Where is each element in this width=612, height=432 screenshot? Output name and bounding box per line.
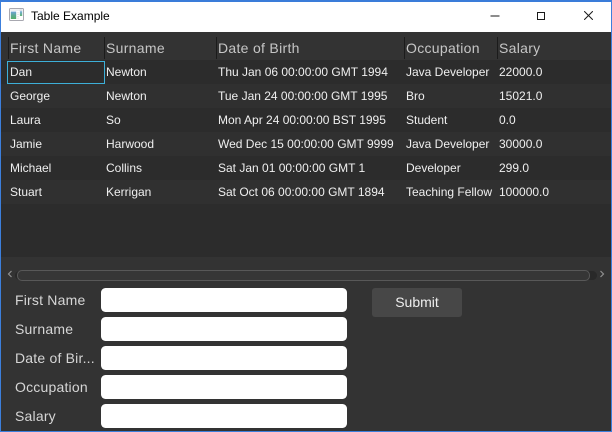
cell-first-name[interactable]: Laura (8, 108, 104, 132)
column-header-first-name[interactable]: First Name (9, 36, 104, 60)
form-row: Surname (2, 317, 612, 341)
selected-cell-outline (7, 61, 105, 84)
close-button[interactable] (565, 1, 611, 31)
occupation-input[interactable] (101, 375, 347, 399)
cell-salary[interactable]: 22000.0 (497, 60, 608, 84)
data-table: First Name Surname Date of Birth Occupat… (1, 36, 611, 257)
first-name-input[interactable] (101, 288, 347, 312)
app-icon (9, 8, 24, 21)
first-name-label: First Name (15, 288, 99, 312)
cell-date-of-birth[interactable]: Wed Dec 15 00:00:00 GMT 9999 (216, 132, 404, 156)
date-of-birth-label: Date of Bir... (15, 346, 99, 370)
column-header-salary[interactable]: Salary (498, 36, 608, 60)
table-row[interactable]: Laura So Mon Apr 24 00:00:00 BST 1995 St… (1, 108, 611, 132)
cell-date-of-birth[interactable]: Sat Oct 06 00:00:00 GMT 1894 (216, 180, 404, 204)
cell-surname[interactable]: So (104, 108, 216, 132)
maximize-button[interactable] (518, 1, 564, 31)
cell-first-name[interactable]: Jamie (8, 132, 104, 156)
date-of-birth-input[interactable] (101, 346, 347, 370)
scroll-left-icon[interactable] (5, 269, 15, 279)
column-header-date-of-birth[interactable]: Date of Birth (217, 36, 404, 60)
column-header-occupation[interactable]: Occupation (405, 36, 497, 60)
form-row: Occupation (2, 375, 612, 399)
titlebar[interactable]: Table Example (1, 2, 611, 32)
column-header-surname[interactable]: Surname (105, 36, 216, 60)
minimize-icon (490, 11, 500, 21)
cell-date-of-birth[interactable]: Tue Jan 24 00:00:00 GMT 1995 (216, 84, 404, 108)
scrollbar-thumb[interactable] (17, 270, 590, 281)
minimize-button[interactable] (472, 1, 518, 31)
cell-first-name[interactable]: Michael (8, 156, 104, 180)
column-header-label: Date of Birth (218, 40, 300, 56)
cell-first-name[interactable]: Stuart (8, 180, 104, 204)
cell-salary[interactable]: 100000.0 (497, 180, 608, 204)
cell-date-of-birth[interactable]: Sat Jan 01 00:00:00 GMT 1 (216, 156, 404, 180)
cell-surname[interactable]: Kerrigan (104, 180, 216, 204)
column-header-label: Surname (106, 40, 165, 56)
surname-label: Surname (15, 317, 99, 341)
cell-salary[interactable]: 0.0 (497, 108, 608, 132)
form-row: First Name Submit (2, 288, 612, 312)
form-row: Date of Bir... (2, 346, 612, 370)
cell-occupation[interactable]: Developer (404, 156, 497, 180)
table-header: First Name Surname Date of Birth Occupat… (1, 36, 611, 60)
entry-form: First Name Submit Surname Date of Bir...… (2, 285, 612, 432)
cell-date-of-birth[interactable]: Mon Apr 24 00:00:00 BST 1995 (216, 108, 404, 132)
window-title: Table Example (31, 2, 110, 31)
horizontal-scrollbar[interactable] (1, 267, 612, 281)
cell-surname[interactable]: Harwood (104, 132, 216, 156)
column-header-label: Salary (499, 40, 540, 56)
maximize-icon (537, 12, 545, 20)
cell-occupation[interactable]: Teaching Fellow (404, 180, 497, 204)
cell-occupation[interactable]: Java Developer (404, 60, 497, 84)
column-header-label: First Name (10, 40, 81, 56)
scroll-right-icon[interactable] (597, 269, 607, 279)
cell-surname[interactable]: Newton (104, 84, 216, 108)
salary-input[interactable] (101, 404, 347, 428)
close-icon (584, 11, 593, 20)
cell-occupation[interactable]: Bro (404, 84, 497, 108)
cell-salary[interactable]: 15021.0 (497, 84, 608, 108)
cell-occupation[interactable]: Java Developer (404, 132, 497, 156)
table-row[interactable]: Jamie Harwood Wed Dec 15 00:00:00 GMT 99… (1, 132, 611, 156)
salary-label: Salary (15, 404, 99, 428)
cell-date-of-birth[interactable]: Thu Jan 06 00:00:00 GMT 1994 (216, 60, 404, 84)
cell-occupation[interactable]: Student (404, 108, 497, 132)
cell-surname[interactable]: Newton (104, 60, 216, 84)
cell-salary[interactable]: 299.0 (497, 156, 608, 180)
form-row: Salary (2, 404, 612, 428)
cell-surname[interactable]: Collins (104, 156, 216, 180)
surname-input[interactable] (101, 317, 347, 341)
column-header-label: Occupation (406, 40, 480, 56)
cell-first-name[interactable]: George (8, 84, 104, 108)
occupation-label: Occupation (15, 375, 99, 399)
app-window: Table Example First Name Surname (0, 0, 612, 432)
table-row[interactable]: Stuart Kerrigan Sat Oct 06 00:00:00 GMT … (1, 180, 611, 204)
table-row[interactable]: George Newton Tue Jan 24 00:00:00 GMT 19… (1, 84, 611, 108)
table-row[interactable]: Michael Collins Sat Jan 01 00:00:00 GMT … (1, 156, 611, 180)
submit-button[interactable]: Submit (372, 288, 462, 317)
cell-salary[interactable]: 30000.0 (497, 132, 608, 156)
